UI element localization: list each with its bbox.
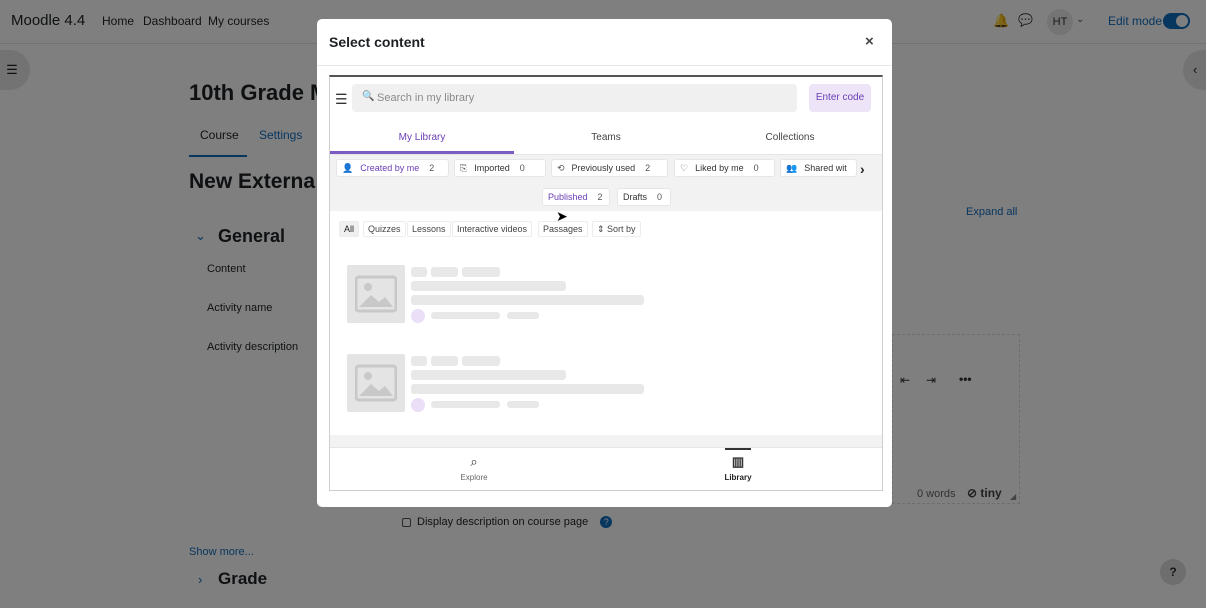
filter-created-by-me[interactable]: 👤 Created by me 2: [336, 159, 449, 177]
search-icon: 🔍: [362, 91, 375, 102]
filter-liked-by-me[interactable]: ♡ Liked by me 0: [674, 159, 775, 177]
select-content-modal: Select content × ☰ 🔍 Enter code My Libra…: [317, 19, 892, 507]
skeleton-avatar: [411, 398, 425, 412]
tab-active-indicator: [330, 151, 514, 154]
group-icon: 👥: [786, 163, 798, 173]
modal-divider: [317, 65, 892, 66]
skeleton-bar: [431, 312, 500, 319]
skeleton-bar: [431, 401, 500, 408]
modal-title: Select content: [329, 34, 425, 50]
skeleton-bar: [462, 267, 500, 277]
tab-teams[interactable]: Teams: [514, 132, 698, 143]
enter-code-button[interactable]: Enter code: [809, 84, 871, 112]
image-placeholder-icon: [355, 364, 397, 402]
skeleton-bar: [411, 370, 566, 380]
skeleton-bar: [411, 356, 427, 366]
nav-library[interactable]: ▥ Library: [698, 454, 778, 482]
filter-published[interactable]: Published 2: [542, 188, 610, 206]
search-box[interactable]: 🔍: [352, 84, 797, 112]
tab-collections[interactable]: Collections: [698, 132, 882, 143]
search-input[interactable]: [377, 84, 787, 112]
image-placeholder-icon: [355, 275, 397, 313]
user-icon: 👤: [342, 163, 354, 173]
content-library-frame: ☰ 🔍 Enter code My Library Teams Collecti…: [329, 75, 883, 491]
skeleton-bar: [507, 401, 539, 408]
close-icon[interactable]: ×: [865, 33, 874, 50]
search-icon: ⌕: [470, 454, 478, 469]
bottom-navigation: ⌕ Explore ▥ Library: [330, 447, 882, 490]
skeleton-bar: [431, 267, 458, 277]
menu-icon[interactable]: ☰: [335, 91, 348, 108]
library-icon: ▥: [731, 454, 745, 469]
nav-explore[interactable]: ⌕ Explore: [434, 454, 514, 482]
skeleton-bar: [462, 356, 500, 366]
type-filter-lessons[interactable]: Lessons: [407, 221, 451, 237]
sort-by-button[interactable]: ⇕ Sort by: [592, 221, 641, 237]
skeleton-avatar: [411, 309, 425, 323]
type-filter-quizzes[interactable]: Quizzes: [363, 221, 406, 237]
filter-previously-used[interactable]: ⟲ Previously used 2: [551, 159, 668, 177]
filter-imported[interactable]: ⎘ Imported 0: [454, 159, 546, 177]
skeleton-bar: [411, 281, 566, 291]
nav-active-indicator: [725, 448, 751, 450]
import-icon: ⎘: [460, 163, 468, 173]
heart-icon: ♡: [680, 163, 689, 173]
tab-my-library[interactable]: My Library: [330, 132, 514, 143]
bottom-divider: [330, 435, 882, 447]
skeleton-bar: [411, 384, 644, 394]
skeleton-bar: [431, 356, 458, 366]
filter-drafts[interactable]: Drafts 0: [617, 188, 671, 206]
content-thumbnail-placeholder: [347, 265, 405, 323]
type-filter-all[interactable]: All: [339, 221, 360, 237]
skeleton-bar: [507, 312, 539, 319]
history-icon: ⟲: [557, 163, 565, 173]
skeleton-bar: [411, 267, 427, 277]
filter-shared-with[interactable]: 👥 Shared wit: [780, 159, 857, 177]
type-filter-interactive-videos[interactable]: Interactive videos: [452, 221, 533, 237]
chevron-right-icon[interactable]: ›: [860, 161, 865, 177]
mouse-cursor-icon: ➤: [556, 208, 568, 224]
content-thumbnail-placeholder: [347, 354, 405, 412]
skeleton-bar: [411, 295, 644, 305]
